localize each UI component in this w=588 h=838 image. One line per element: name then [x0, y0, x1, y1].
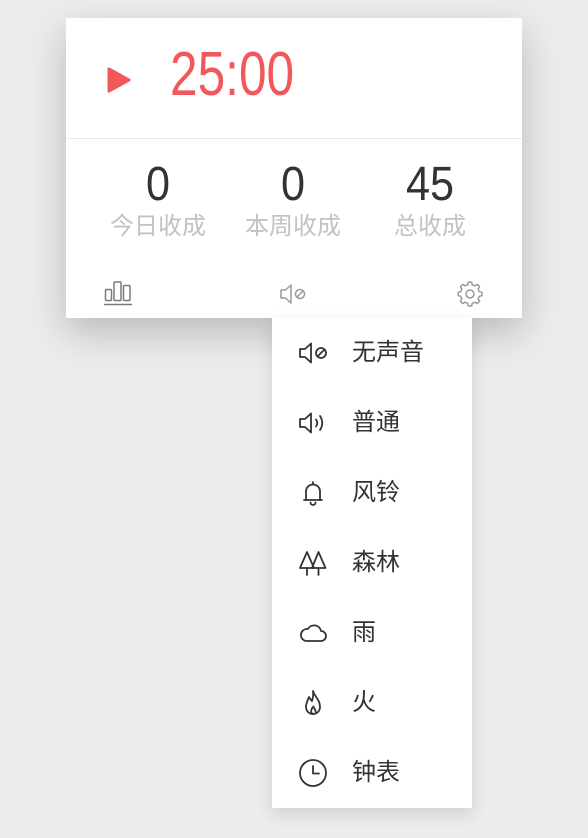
menu-item-label: 钟表 [352, 759, 400, 786]
speaker-icon [299, 412, 324, 434]
sound-option-clock[interactable]: 钟表 [272, 738, 472, 808]
trees-icon [299, 551, 327, 576]
sound-option-chime[interactable]: 风铃 [272, 458, 472, 528]
stat-value: 0 [280, 158, 306, 211]
menu-item-label: 风铃 [352, 479, 400, 506]
sound-option-rain[interactable]: 雨 [272, 598, 472, 668]
gear-icon [457, 281, 483, 307]
sound-option-mute[interactable]: 无声音 [272, 318, 472, 388]
stat-label: 今日收成 [110, 213, 206, 240]
cloud-icon [300, 624, 327, 642]
sound-option-forest[interactable]: 森林 [272, 528, 472, 598]
stat-label: 总收成 [394, 213, 466, 240]
bell-icon [303, 481, 323, 506]
play-icon [107, 67, 131, 93]
divider [66, 138, 522, 139]
statistics-button[interactable] [104, 280, 132, 306]
stat-total: 45 总收成 [360, 160, 500, 242]
timer-display: 25:00 [170, 40, 295, 109]
sound-mute-icon [299, 342, 327, 364]
sound-option-normal[interactable]: 普通 [272, 388, 472, 458]
stat-label: 本周收成 [245, 213, 341, 240]
stat-today: 0 今日收成 [88, 160, 228, 242]
stat-week: 0 本周收成 [223, 160, 363, 242]
menu-item-label: 无声音 [352, 339, 424, 366]
flame-icon [305, 690, 321, 715]
sound-button[interactable] [279, 282, 307, 306]
sound-option-fire[interactable]: 火 [272, 668, 472, 738]
play-button[interactable] [106, 66, 132, 94]
menu-item-label: 雨 [352, 619, 376, 646]
bar-chart-icon [104, 281, 132, 306]
menu-item-label: 火 [352, 689, 376, 716]
menu-item-label: 普通 [352, 409, 400, 436]
sound-mute-icon [280, 284, 306, 304]
timer-card: 25:00 0 今日收成 0 本周收成 45 总收成 [66, 18, 522, 318]
stat-value: 45 [405, 158, 455, 211]
stat-value: 0 [145, 158, 171, 211]
sound-menu: 无声音 普通 风铃 森林 雨 火 钟表 [272, 318, 472, 808]
menu-item-label: 森林 [352, 549, 400, 576]
settings-button[interactable] [456, 280, 484, 308]
clock-icon [299, 759, 327, 787]
